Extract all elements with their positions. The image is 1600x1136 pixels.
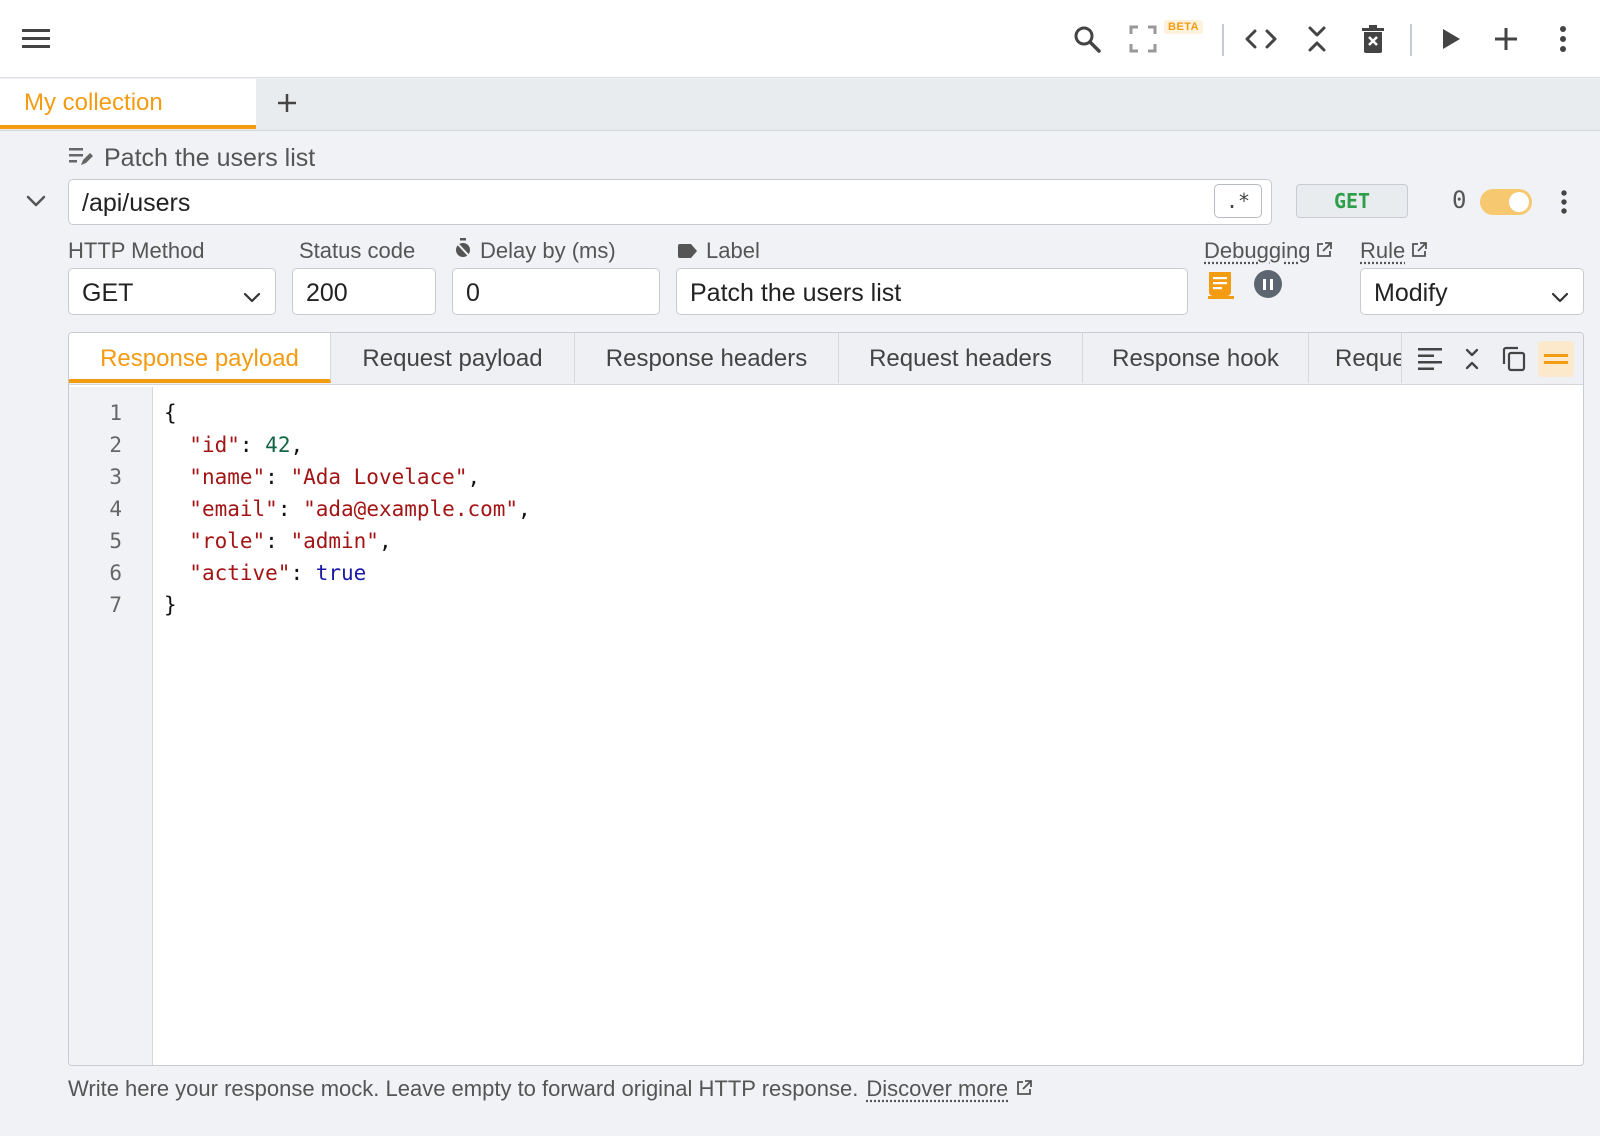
debug-log-icon[interactable] (1208, 270, 1234, 305)
debugging-link[interactable]: Debugging (1204, 238, 1333, 264)
add-rule-icon[interactable] (1489, 22, 1523, 56)
fullscreen-icon[interactable] (1126, 22, 1160, 56)
code-icon[interactable] (1244, 22, 1278, 56)
more-vertical-icon[interactable] (1546, 22, 1580, 56)
timer-off-icon (454, 238, 472, 264)
rule-enabled-toggle[interactable] (1480, 189, 1532, 215)
tab-response-headers[interactable]: Response headers (575, 333, 839, 383)
add-tab-icon[interactable] (270, 86, 304, 120)
tab-response-hook[interactable]: Response hook (1083, 333, 1309, 383)
status-code-input[interactable]: 200 (292, 268, 436, 315)
beta-badge: BETA (1164, 20, 1204, 34)
http-method-label: HTTP Method (68, 238, 205, 263)
delay-label: Delay by (ms) (480, 238, 616, 263)
delay-input[interactable]: 0 (452, 268, 660, 315)
line-number: 6 (109, 561, 122, 585)
line-number: 3 (109, 465, 122, 489)
tab-request-headers[interactable]: Request headers (839, 333, 1083, 383)
wrap-lines-icon[interactable] (1538, 341, 1574, 377)
tab-request-payload[interactable]: Request payload (331, 333, 575, 383)
play-icon[interactable] (1434, 22, 1468, 56)
code-line: "role": "admin", (189, 529, 392, 553)
debugging-label: Debugging (1204, 238, 1311, 263)
code-line: "name": "Ada Lovelace", (189, 465, 481, 489)
rule-label: Rule (1360, 238, 1406, 263)
toolbar-divider (1410, 24, 1412, 56)
rule-title[interactable]: Patch the users list (104, 144, 315, 173)
search-icon[interactable] (1070, 22, 1104, 56)
method-badge: GET (1296, 184, 1408, 218)
status-code-label: Status code (299, 238, 416, 263)
regex-toggle-button[interactable]: .* (1214, 184, 1262, 218)
line-number: 4 (109, 497, 122, 521)
tab-my-collection[interactable]: My collection (0, 79, 256, 129)
code-line: "id": 42, (189, 433, 304, 457)
pause-icon[interactable] (1254, 270, 1282, 298)
line-number: 1 (109, 401, 122, 425)
editor-tabs: Response payload Request payload Respons… (69, 333, 1583, 385)
external-link-icon (1411, 238, 1428, 264)
discover-more-link[interactable]: Discover more (866, 1076, 1008, 1102)
http-method-select[interactable]: GET (68, 268, 276, 315)
editor-hint: Write here your response mock. Leave emp… (68, 1076, 1033, 1102)
chevron-down-icon (243, 282, 261, 311)
line-number: 5 (109, 529, 122, 553)
line-number: 7 (109, 593, 122, 617)
menu-icon[interactable] (20, 22, 54, 56)
hit-count: 0 (1452, 186, 1467, 214)
toggle-knob (1509, 192, 1529, 212)
url-pattern-input[interactable]: /api/users (68, 179, 1272, 225)
rule-select[interactable]: Modify (1360, 268, 1584, 315)
external-link-icon (1316, 238, 1333, 264)
rule-link[interactable]: Rule (1360, 238, 1428, 264)
chevron-down-icon (1551, 282, 1569, 311)
collapse-all-icon[interactable] (1300, 22, 1334, 56)
code-line: { (164, 401, 177, 425)
chevron-down-icon[interactable] (20, 185, 52, 217)
line-number-gutter: 1 2 3 4 5 6 7 (69, 387, 153, 1065)
label-label-group: Label (678, 238, 760, 264)
http-method-value: GET (82, 279, 134, 307)
copy-icon[interactable] (1496, 341, 1532, 377)
code-line: "email": "ada@example.com", (189, 497, 531, 521)
collapse-icon[interactable] (1454, 341, 1490, 377)
tab-response-payload[interactable]: Response payload (69, 333, 331, 383)
rule-title-row: Patch the users list (68, 140, 315, 176)
rule-more-icon[interactable] (1552, 186, 1576, 218)
tag-icon (678, 238, 698, 264)
delete-all-icon[interactable] (1356, 22, 1390, 56)
label-label: Label (706, 238, 760, 263)
line-number: 2 (109, 433, 122, 457)
external-link-icon (1016, 1076, 1033, 1102)
hint-text: Write here your response mock. Leave emp… (68, 1076, 859, 1101)
edit-title-icon[interactable] (68, 145, 94, 172)
format-align-icon[interactable] (1412, 341, 1448, 377)
editor-panel: Response payload Request payload Respons… (68, 332, 1584, 1066)
toolbar-divider (1222, 24, 1224, 56)
rule-value: Modify (1374, 279, 1448, 307)
label-input[interactable]: Patch the users list (676, 268, 1188, 315)
collection-tabs: My collection (0, 79, 1600, 131)
delay-label-group: Delay by (ms) (454, 238, 616, 264)
editor-tools (1401, 333, 1583, 383)
code-line: } (164, 593, 177, 617)
top-toolbar: BETA (0, 0, 1600, 78)
code-line: "active": true (189, 561, 367, 585)
